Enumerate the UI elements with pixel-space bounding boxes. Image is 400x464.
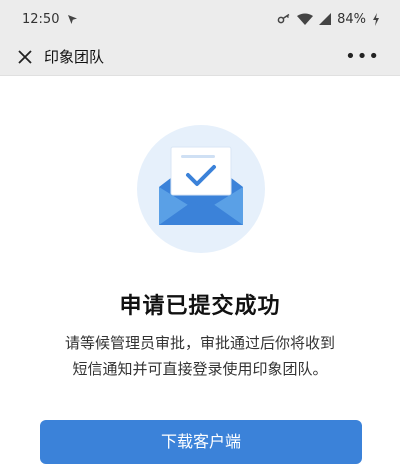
page-title: 印象团队 [44,48,105,66]
charging-icon [372,12,380,26]
nav-bar: 印象团队 ••• [0,38,400,76]
description-line-1: 请等候管理员审批，审批通过后你将收到 [64,334,335,352]
status-bar: 12:50 84% [0,0,400,38]
signal-icon [319,13,332,25]
success-title: 申请已提交成功 [119,294,281,319]
envelope-check-icon [137,125,265,253]
download-client-button[interactable]: 下载客户端 [40,420,362,464]
success-description: 请等候管理员审批，审批通过后你将收到 短信通知并可直接登录使用印象团队。 [0,330,400,382]
wifi-icon [297,13,314,25]
status-time: 12:50 [22,11,60,27]
battery-level: 84% [337,11,366,27]
close-icon[interactable] [16,48,34,66]
more-options-icon[interactable]: ••• [345,47,380,66]
description-line-2: 短信通知并可直接登录使用印象团队。 [72,360,328,378]
location-arrow-icon [67,14,78,25]
key-icon [277,13,291,25]
